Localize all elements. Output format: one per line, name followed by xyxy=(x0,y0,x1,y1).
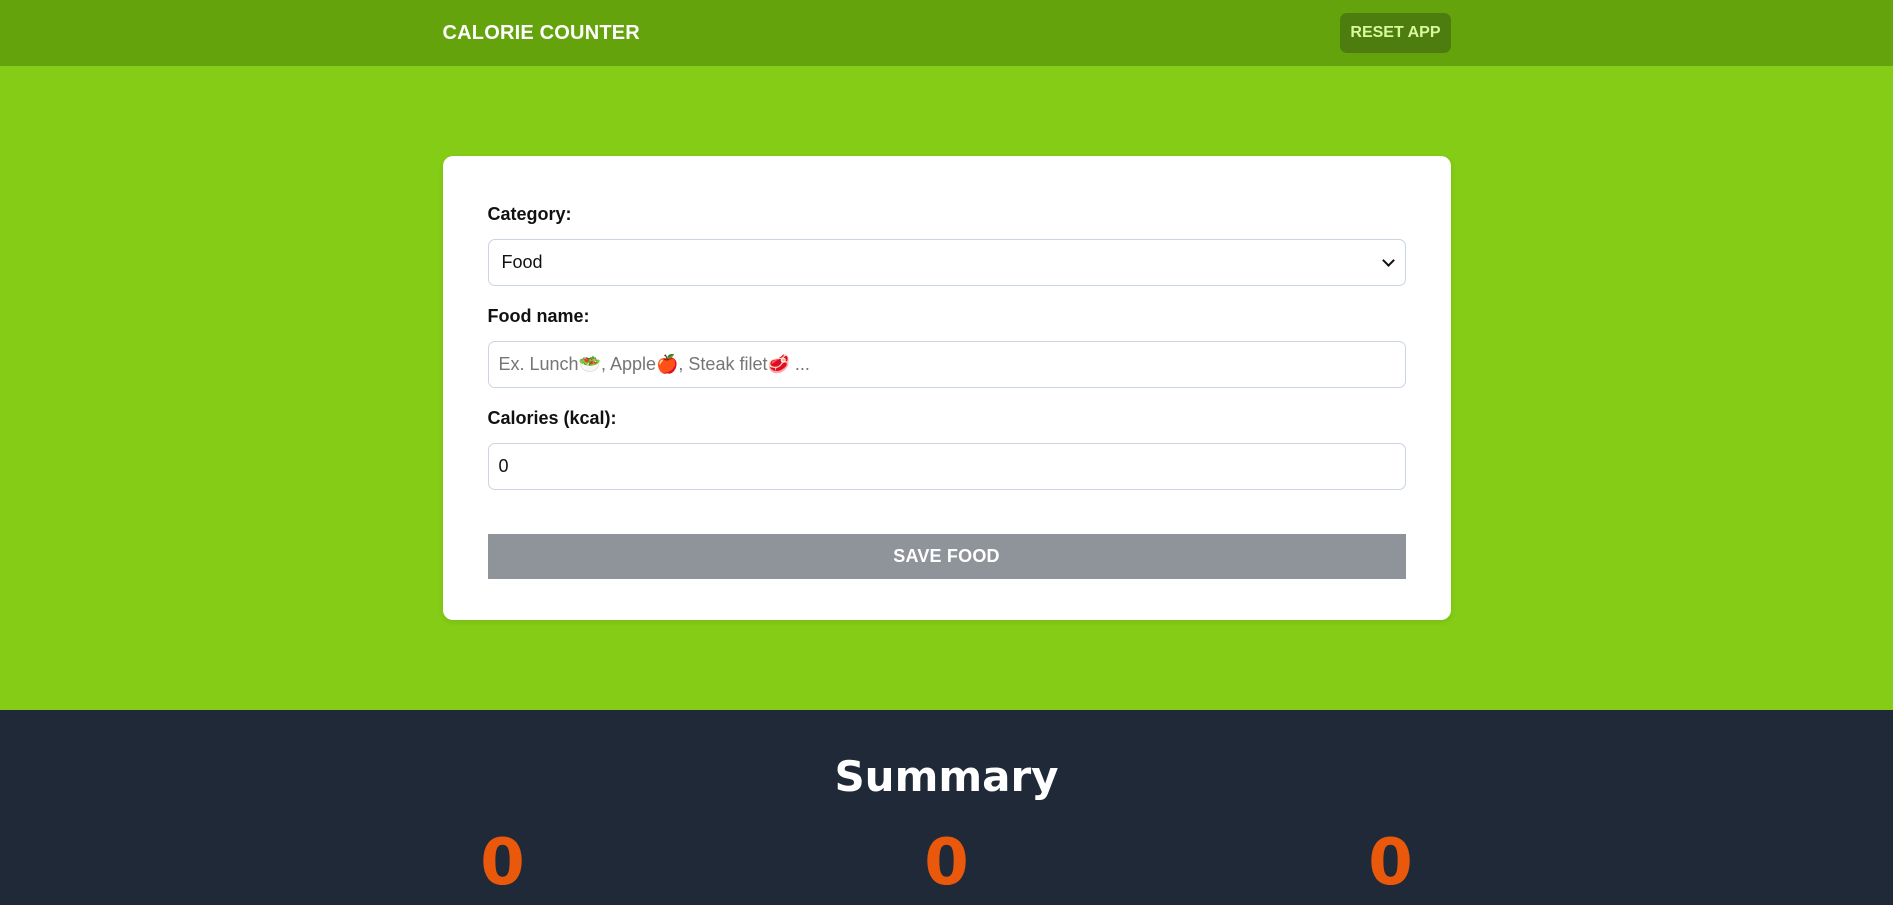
food-name-input[interactable] xyxy=(487,341,1406,388)
summary-stat-value: 0 xyxy=(924,826,969,900)
food-name-group: Food name: xyxy=(487,306,1406,388)
app-title: CALORIE COUNTER xyxy=(442,21,640,44)
food-form-card: Category: Food Food name: Calories (kcal… xyxy=(442,156,1451,620)
calories-input[interactable] xyxy=(487,443,1406,490)
reset-app-button[interactable]: RESET APP xyxy=(1340,13,1451,53)
calories-group: Calories (kcal): xyxy=(487,408,1406,490)
category-select[interactable]: Food xyxy=(487,239,1406,286)
form-section: Category: Food Food name: Calories (kcal… xyxy=(0,66,1893,710)
summary-stat-value: 0 xyxy=(480,826,525,900)
category-label: Category: xyxy=(487,204,572,224)
calories-label: Calories (kcal): xyxy=(487,408,617,428)
category-selected-value: Food xyxy=(501,252,543,272)
header-container: CALORIE COUNTER RESET APP xyxy=(443,13,1451,53)
save-food-button[interactable]: SAVE FOOD xyxy=(487,534,1406,579)
food-name-label: Food name: xyxy=(487,306,590,326)
summary-section: Summary 0 0 0 xyxy=(0,710,1893,905)
chevron-down-icon xyxy=(1381,253,1395,267)
summary-stats: 0 0 0 xyxy=(443,831,1451,895)
app-header: CALORIE COUNTER RESET APP xyxy=(0,0,1893,66)
summary-stat-value: 0 xyxy=(1368,826,1413,900)
category-group: Category: Food xyxy=(487,204,1406,286)
summary-title: Summary xyxy=(834,752,1059,801)
